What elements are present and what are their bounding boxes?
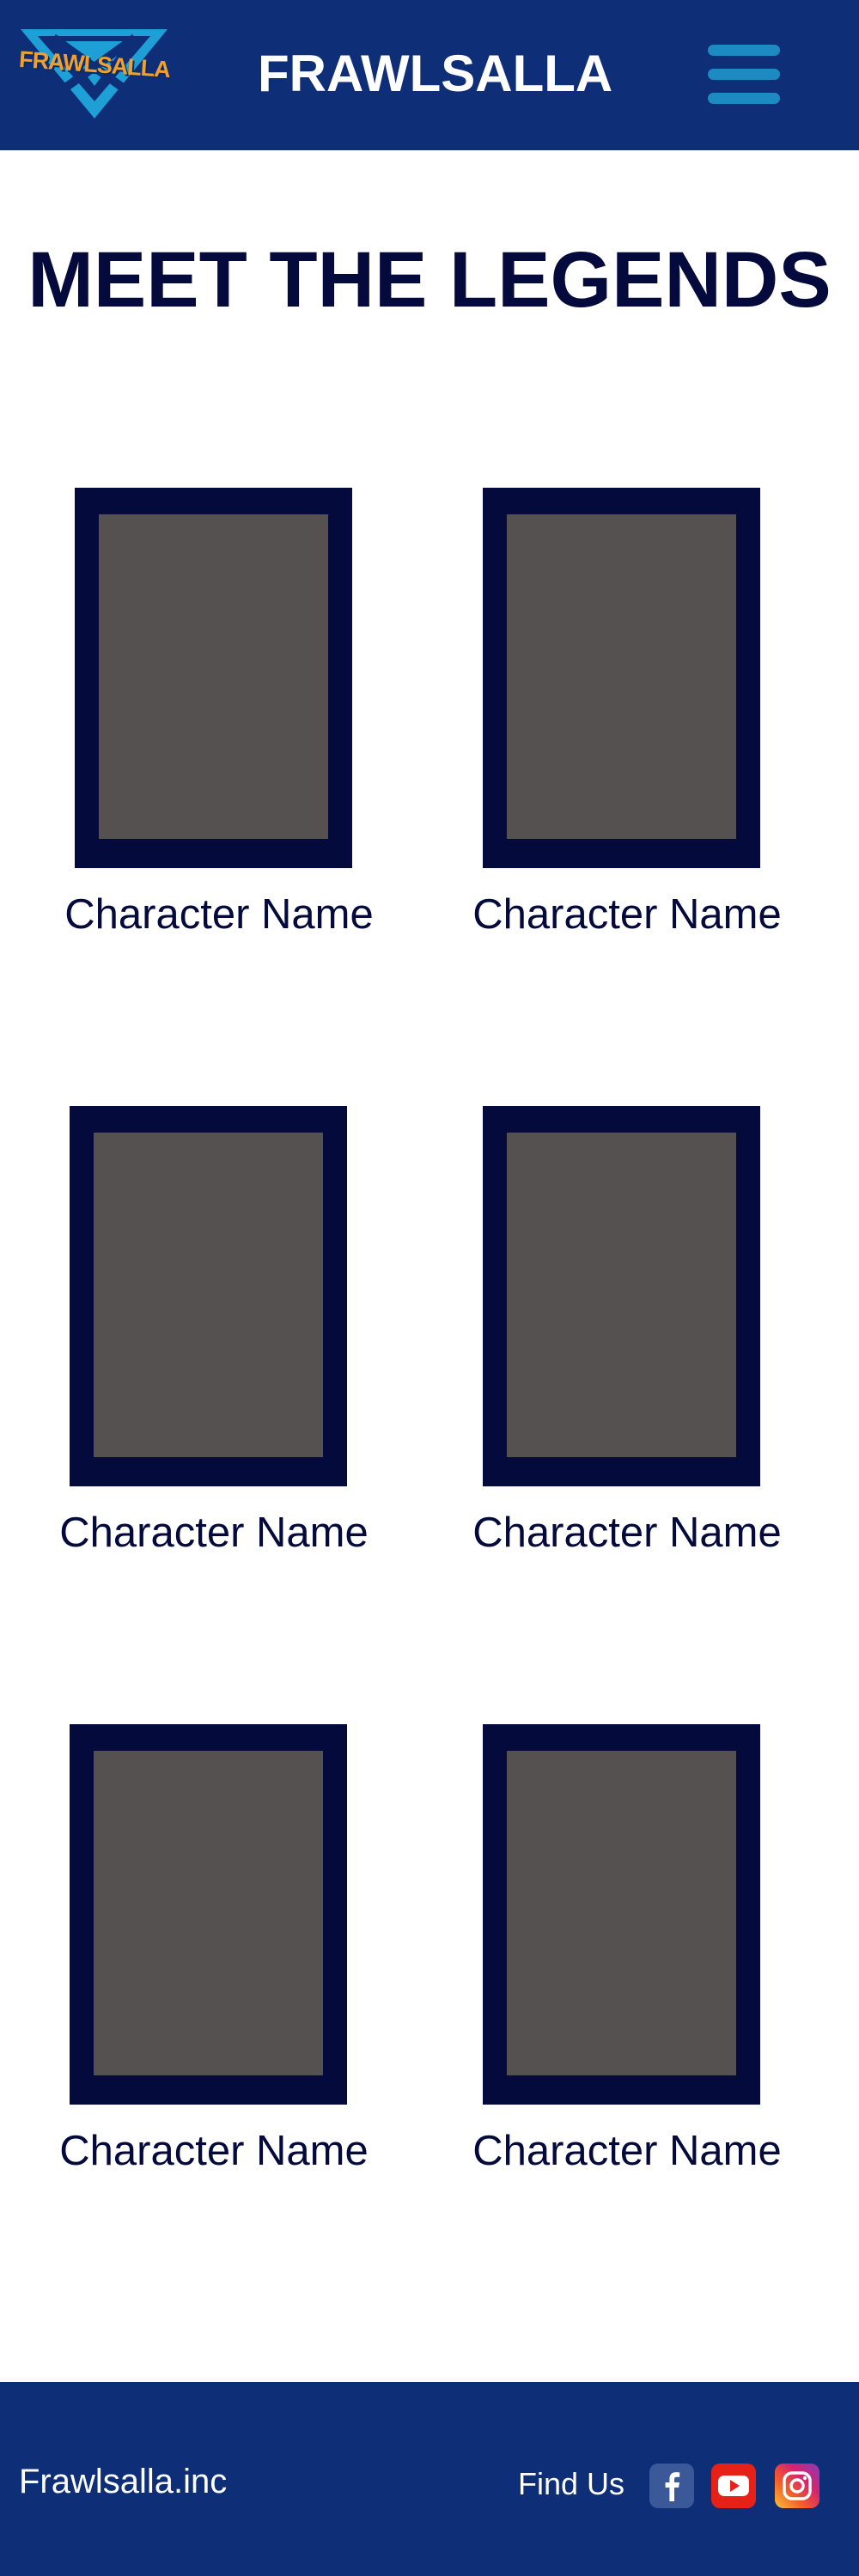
- character-portrait[interactable]: [70, 1106, 347, 1486]
- character-card[interactable]: Character Name: [39, 488, 399, 969]
- site-brand[interactable]: FRAWLSALLA: [258, 48, 612, 100]
- character-name[interactable]: Character Name: [39, 894, 399, 936]
- menu-bar: [708, 45, 780, 56]
- character-portrait[interactable]: [483, 488, 760, 868]
- menu-bar: [708, 93, 780, 104]
- footer-brand: Frawlsalla.inc: [19, 2463, 228, 2500]
- character-portrait[interactable]: [75, 488, 352, 868]
- youtube-glyph: [718, 2476, 749, 2496]
- facebook-glyph: [665, 2472, 680, 2501]
- character-name[interactable]: Character Name: [34, 2130, 394, 2172]
- hamburger-menu-icon[interactable]: [708, 45, 780, 105]
- instagram-glyph: [783, 2471, 812, 2500]
- portrait-placeholder: [94, 1133, 323, 1457]
- character-name[interactable]: Character Name: [447, 894, 807, 936]
- menu-bar: [708, 69, 780, 80]
- character-portrait[interactable]: [483, 1724, 760, 2105]
- character-card[interactable]: Character Name: [447, 1106, 807, 1587]
- portrait-placeholder: [507, 514, 736, 839]
- site-footer: Frawlsalla.inc Find Us: [0, 2382, 859, 2576]
- portrait-placeholder: [507, 1133, 736, 1457]
- site-header: FRAWLSALLA FRAWLSALLA: [0, 0, 859, 150]
- character-name[interactable]: Character Name: [447, 2130, 807, 2172]
- portrait-placeholder: [507, 1751, 736, 2075]
- character-card[interactable]: Character Name: [447, 1724, 807, 2205]
- instagram-icon[interactable]: [775, 2464, 819, 2508]
- character-card[interactable]: Character Name: [34, 1724, 394, 2205]
- facebook-icon[interactable]: [649, 2464, 694, 2508]
- site-logo[interactable]: FRAWLSALLA: [18, 26, 171, 120]
- page-title: MEET THE LEGENDS: [27, 236, 832, 324]
- page: FRAWLSALLA FRAWLSALLA MEET THE LEGENDS C…: [0, 0, 859, 2576]
- character-card[interactable]: Character Name: [34, 1106, 394, 1587]
- character-name[interactable]: Character Name: [34, 1512, 394, 1554]
- character-card[interactable]: Character Name: [447, 488, 807, 969]
- portrait-placeholder: [99, 514, 328, 839]
- youtube-icon[interactable]: [711, 2464, 756, 2508]
- character-portrait[interactable]: [483, 1106, 760, 1486]
- find-us-label: Find Us: [518, 2466, 625, 2501]
- portrait-placeholder: [94, 1751, 323, 2075]
- character-name[interactable]: Character Name: [447, 1512, 807, 1554]
- character-portrait[interactable]: [70, 1724, 347, 2105]
